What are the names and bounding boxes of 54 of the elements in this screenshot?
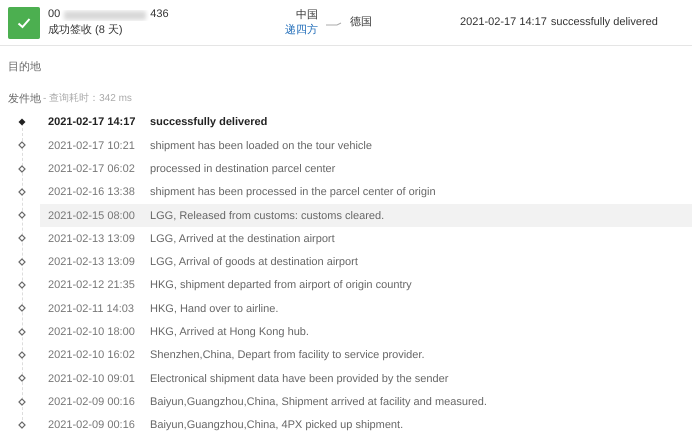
event-row[interactable]: 2021-02-13 13:09 LGG, Arrived at the destination airport <box>40 227 692 251</box>
event-row[interactable]: 2021-02-13 13:09 LGG, Arrival of goods at destination airport <box>40 250 692 274</box>
event-description: Baiyun,Guangzhou,China, Shipment arrived at facility and measured. <box>150 394 487 410</box>
event-row[interactable]: 2021-02-17 10:21 shipment has been loaded on the tour vehicle <box>40 134 692 158</box>
event-description: LGG, Arrived at the destination airport <box>150 232 335 247</box>
event-row[interactable]: 2021-02-16 13:38 shipment has been processed in the parcel center of origin <box>40 180 692 204</box>
event-row[interactable]: 2021-02-10 18:00 HKG, Arrived at Hong Kong hub. <box>40 320 692 344</box>
carrier-link[interactable]: 递四方 <box>285 22 318 38</box>
event-description: Electronical shipment data have been provided by the sender <box>150 372 448 387</box>
latest-event-time: 2021-02-17 14:17 <box>460 15 547 30</box>
event-time: 2021-02-09 00:16 <box>48 418 136 432</box>
event-time: 2021-02-10 18:00 <box>48 325 136 340</box>
destination-country: 德国 <box>350 15 373 30</box>
origin-country: 中国 <box>296 8 318 22</box>
event-time: 2021-02-16 13:38 <box>48 185 136 200</box>
check-icon <box>17 16 31 28</box>
event-time: 2021-02-17 14:17 <box>48 115 136 130</box>
event-row[interactable]: 2021-02-10 09:01 Electronical shipment data have been provided by the sender <box>40 367 692 391</box>
event-row[interactable]: 2021-02-12 21:35 HKG, shipment departed from airport of origin country <box>40 274 692 298</box>
event-time: 2021-02-10 09:01 <box>48 372 136 387</box>
origin-heading: 发件地 <box>8 92 41 107</box>
event-description: LGG, Released from customs: customs cleared. <box>150 208 384 224</box>
event-description: LGG, Arrival of goods at destination airport <box>150 255 358 270</box>
event-time: 2021-02-15 08:00 <box>48 208 136 224</box>
event-description: shipment has been processed in the parcel center of origin <box>150 185 436 200</box>
event-row[interactable]: 2021-02-09 00:16 Baiyun,Guangzhou,China, Shipment arrived at facility and measured. <box>40 390 692 414</box>
event-row[interactable]: 2021-02-09 00:16 Baiyun,Guangzhou,China, 4PX picked up shipment. <box>40 414 692 432</box>
event-row[interactable]: 2021-02-15 08:00 LGG, Released from customs: customs cleared. <box>40 204 692 228</box>
event-description: Shenzhen,China, Depart from facility to service provider. <box>150 348 425 364</box>
event-time: 2021-02-17 10:21 <box>48 138 136 154</box>
event-time: 2021-02-12 21:35 <box>48 278 136 294</box>
event-description: Baiyun,Guangzhou,China, 4PX picked up shipment. <box>150 418 404 432</box>
latest-event: successfully delivered <box>550 15 658 30</box>
event-time: 2021-02-09 00:16 <box>48 394 136 410</box>
event-row[interactable]: 2021-02-17 14:17 successfully delivered <box>40 111 692 134</box>
event-description: successfully delivered <box>150 115 268 130</box>
event-description: HKG, Arrived at Hong Kong hub. <box>150 325 309 340</box>
event-time: 2021-02-11 14:03 <box>48 302 136 317</box>
event-row[interactable]: 2021-02-11 14:03 HKG, Hand over to airline. <box>40 297 692 321</box>
query-time: - 查询耗时：342 ms <box>43 92 132 106</box>
delivery-status: 成功签收 (8 天) <box>48 23 124 38</box>
event-time: 2021-02-13 13:09 <box>48 255 136 270</box>
destination-heading: 目的地 <box>8 61 41 73</box>
event-description: HKG, shipment departed from airport of origin country <box>150 278 412 294</box>
event-description: HKG, Hand over to airline. <box>150 302 278 317</box>
event-time: 2021-02-17 06:02 <box>48 162 136 177</box>
event-row[interactable]: 2021-02-10 16:02 Shenzhen,China, Depart from facility to service provider. <box>40 344 692 368</box>
event-time: 2021-02-10 16:02 <box>48 348 136 364</box>
event-time: 2021-02-13 13:09 <box>48 232 136 247</box>
tracking-number: 436 <box>150 7 169 22</box>
event-row[interactable]: 2021-02-17 06:02 processed in destination parcel center <box>40 158 692 181</box>
event-description: processed in destination parcel center <box>150 162 336 177</box>
tracking-number: 00 <box>48 7 60 22</box>
event-description: shipment has been loaded on the tour vehicle <box>150 138 372 154</box>
